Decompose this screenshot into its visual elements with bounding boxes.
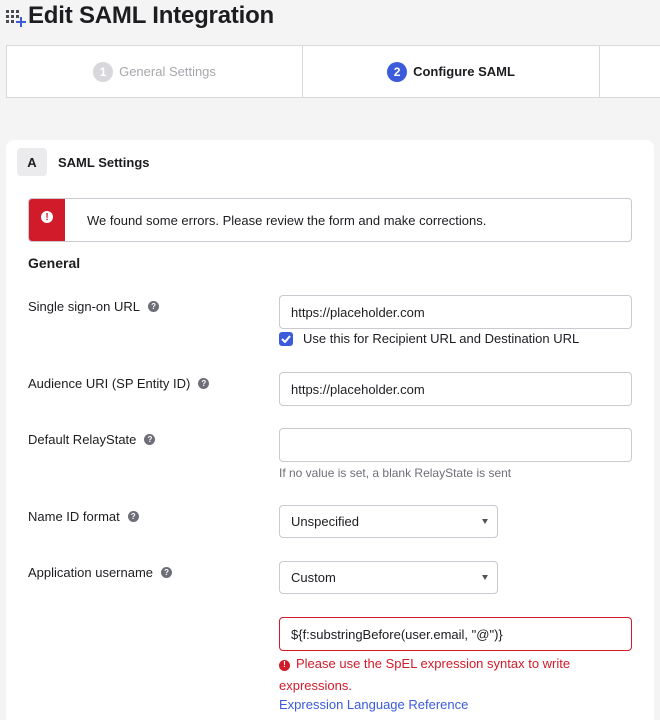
app-username-label: Application username ? bbox=[28, 565, 173, 580]
app-username-select[interactable]: Custom bbox=[279, 561, 498, 594]
select-value: Unspecified bbox=[291, 514, 359, 529]
audience-uri-label: Audience URI (SP Entity ID) ? bbox=[28, 376, 210, 391]
page-header: Edit SAML Integration bbox=[0, 0, 660, 44]
relay-state-label: Default RelayState ? bbox=[28, 432, 156, 447]
step-configure-saml[interactable]: 2 Configure SAML bbox=[303, 46, 600, 97]
name-id-format-select[interactable]: Unspecified bbox=[279, 505, 498, 538]
step-number: 1 bbox=[93, 61, 114, 82]
expression-language-reference-link[interactable]: Expression Language Reference bbox=[279, 697, 468, 712]
sso-url-label: Single sign-on URL ? bbox=[28, 299, 160, 314]
step-number: 2 bbox=[387, 61, 408, 82]
recipient-destination-checkbox-row[interactable]: Use this for Recipient URL and Destinati… bbox=[279, 331, 579, 346]
step-general-settings[interactable]: 1 General Settings bbox=[7, 46, 303, 97]
help-icon[interactable]: ? bbox=[127, 511, 139, 522]
expression-error-text: Please use the SpEL expression syntax to… bbox=[279, 656, 571, 693]
section-badge: A bbox=[17, 148, 47, 176]
section-title: SAML Settings bbox=[58, 155, 150, 170]
username-expression-input[interactable] bbox=[279, 617, 632, 651]
checkbox-label: Use this for Recipient URL and Destinati… bbox=[303, 331, 580, 346]
name-id-format-label: Name ID format ? bbox=[28, 509, 139, 524]
help-icon[interactable]: ? bbox=[161, 567, 173, 578]
add-app-icon bbox=[6, 8, 28, 28]
relay-state-input[interactable] bbox=[279, 428, 632, 462]
caret-down-icon bbox=[482, 575, 488, 580]
expression-error: ! Please use the SpEL expression syntax t… bbox=[279, 653, 609, 697]
audience-uri-label-text: Audience URI (SP Entity ID) bbox=[28, 376, 191, 391]
caret-down-icon bbox=[482, 519, 488, 524]
help-icon[interactable]: ? bbox=[198, 378, 210, 389]
help-icon[interactable]: ? bbox=[148, 301, 160, 312]
sso-url-input[interactable] bbox=[279, 295, 632, 329]
error-banner: ! We found some errors. Please review th… bbox=[28, 198, 632, 242]
error-banner-message: We found some errors. Please review the … bbox=[87, 213, 487, 228]
step-label: General Settings bbox=[119, 64, 216, 79]
relay-state-hint: If no value is set, a blank RelayState i… bbox=[279, 466, 512, 480]
help-icon[interactable]: ? bbox=[144, 434, 156, 445]
audience-uri-input[interactable] bbox=[279, 372, 632, 406]
page-title: Edit SAML Integration bbox=[28, 2, 275, 29]
error-strip: ! bbox=[29, 199, 65, 241]
sso-url-label-text: Single sign-on URL bbox=[28, 299, 141, 314]
name-id-format-label-text: Name ID format bbox=[28, 509, 120, 524]
wizard-steps: 1 General Settings 2 Configure SAML bbox=[6, 45, 660, 98]
step-label: Configure SAML bbox=[413, 64, 515, 79]
saml-settings-card: A SAML Settings ! We found some errors. … bbox=[6, 140, 654, 720]
step-next[interactable] bbox=[600, 46, 660, 97]
recipient-destination-checkbox[interactable] bbox=[279, 331, 293, 346]
relay-state-label-text: Default RelayState bbox=[28, 432, 137, 447]
app-username-label-text: Application username bbox=[28, 565, 154, 580]
alert-icon: ! bbox=[279, 659, 290, 671]
alert-icon: ! bbox=[41, 211, 53, 223]
select-value: Custom bbox=[291, 570, 336, 585]
general-heading: General bbox=[28, 255, 81, 271]
